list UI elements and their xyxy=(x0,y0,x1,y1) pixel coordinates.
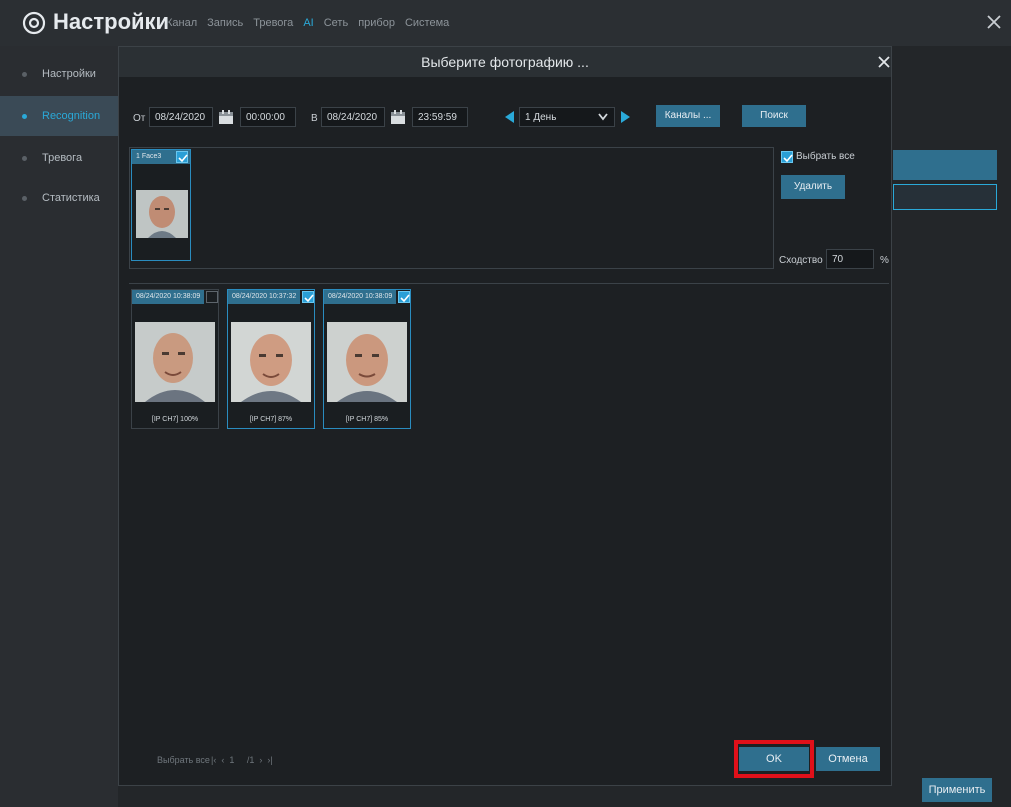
channels-button[interactable]: Каналы ... xyxy=(656,105,720,127)
gear-icon xyxy=(22,11,46,35)
background-field xyxy=(893,184,997,210)
sidebar-item-recognition[interactable]: Recognition xyxy=(0,96,118,136)
sidebar-item-label: Тревога xyxy=(42,152,83,164)
background-row xyxy=(893,150,997,180)
result-time: 08/24/2020 10:37:32 xyxy=(228,290,300,304)
background-panel xyxy=(893,150,997,210)
to-date-field[interactable]: 08/24/2020 xyxy=(321,107,385,127)
similarity-input[interactable]: 70 xyxy=(826,249,874,269)
sidebar-item-label: Статистика xyxy=(42,192,100,204)
footer-select-all[interactable]: Выбрать все xyxy=(157,755,210,765)
next-arrow-icon[interactable] xyxy=(620,110,632,124)
close-icon[interactable] xyxy=(986,14,1002,30)
period-select[interactable]: 1 День xyxy=(519,107,615,127)
bullet-icon xyxy=(22,156,27,161)
menu-system[interactable]: Система xyxy=(405,17,449,29)
result-face-photo xyxy=(135,322,215,402)
result-caption: [IP CH7] 87% xyxy=(249,416,293,423)
to-label: В xyxy=(311,113,318,124)
result-face-card[interactable]: 08/24/2020 10:37:32 [IP CH7] 87% xyxy=(227,289,315,429)
chevron-down-icon xyxy=(598,113,608,121)
sidebar-item-statistics[interactable]: Статистика xyxy=(0,178,118,218)
result-time: 08/24/2020 10:38:09 xyxy=(324,290,396,304)
top-menu: Канал Запись Тревога AI Сеть прибор Сист… xyxy=(166,17,449,29)
result-caption: [IP CH7] 85% xyxy=(345,416,389,423)
apply-button[interactable]: Применить xyxy=(922,778,992,802)
prev-arrow-icon[interactable] xyxy=(503,110,515,124)
result-face-card[interactable]: 08/24/2020 10:38:09 [IP CH7] 85% xyxy=(323,289,411,429)
result-face-photo xyxy=(327,322,407,402)
menu-device[interactable]: прибор xyxy=(358,17,395,29)
select-photo-dialog: Выберите фотографию ... От 08/24/2020 00… xyxy=(118,46,892,786)
bullet-icon xyxy=(22,114,27,119)
selected-faces-area: 1 Face3 xyxy=(129,147,774,269)
top-bar: Настройки Канал Запись Тревога AI Сеть п… xyxy=(0,0,1011,46)
from-time-field[interactable]: 00:00:00 xyxy=(240,107,296,127)
from-date-field[interactable]: 08/24/2020 xyxy=(149,107,213,127)
cancel-button[interactable]: Отмена xyxy=(816,747,880,771)
sidebar: Настройки Recognition Тревога Статистика xyxy=(0,46,118,807)
menu-record[interactable]: Запись xyxy=(207,17,243,29)
result-caption: [IP CH7] 100% xyxy=(151,416,199,423)
menu-channel[interactable]: Канал xyxy=(166,17,197,29)
select-all-checkbox[interactable] xyxy=(781,151,793,163)
dialog-title: Выберите фотографию ... xyxy=(421,54,589,70)
result-checkbox[interactable] xyxy=(302,291,314,303)
to-time-field[interactable]: 23:59:59 xyxy=(412,107,468,127)
search-results-area: 08/24/2020 10:38:09 [IP CH7] 100% 08/24/… xyxy=(129,283,889,733)
menu-network[interactable]: Сеть xyxy=(324,17,348,29)
sidebar-item-label: Настройки xyxy=(42,68,96,80)
result-face-photo xyxy=(231,322,311,402)
app-title: Настройки xyxy=(53,9,170,34)
face-checkbox[interactable] xyxy=(176,151,188,163)
select-all-label: Выбрать все xyxy=(796,151,855,162)
face-photo xyxy=(136,190,188,238)
menu-alarm[interactable]: Тревога xyxy=(253,17,293,29)
pager-controls[interactable]: |‹ ‹ 1 /1 › ›| xyxy=(211,755,273,765)
result-checkbox[interactable] xyxy=(398,291,410,303)
bullet-icon xyxy=(22,72,27,77)
similarity-label: Сходство xyxy=(779,255,823,266)
menu-ai[interactable]: AI xyxy=(303,17,313,29)
dialog-title-bar: Выберите фотографию ... xyxy=(119,47,891,77)
search-button[interactable]: Поиск xyxy=(742,105,806,127)
result-checkbox[interactable] xyxy=(206,291,218,303)
result-time: 08/24/2020 10:38:09 xyxy=(132,290,204,304)
selected-face-card[interactable]: 1 Face3 xyxy=(131,149,191,261)
period-value: 1 День xyxy=(525,112,557,123)
bullet-icon xyxy=(22,196,27,201)
sidebar-item-label: Recognition xyxy=(42,110,101,122)
sidebar-item-alarm[interactable]: Тревога xyxy=(0,138,118,178)
sidebar-item-settings[interactable]: Настройки xyxy=(0,54,118,94)
delete-button[interactable]: Удалить xyxy=(781,175,845,199)
calendar-icon[interactable] xyxy=(390,109,406,125)
from-label: От xyxy=(133,113,146,124)
calendar-icon[interactable] xyxy=(218,109,234,125)
percent-label: % xyxy=(880,255,889,266)
ok-highlight-box xyxy=(734,740,814,778)
close-icon[interactable] xyxy=(877,55,891,69)
result-face-card[interactable]: 08/24/2020 10:38:09 [IP CH7] 100% xyxy=(131,289,219,429)
